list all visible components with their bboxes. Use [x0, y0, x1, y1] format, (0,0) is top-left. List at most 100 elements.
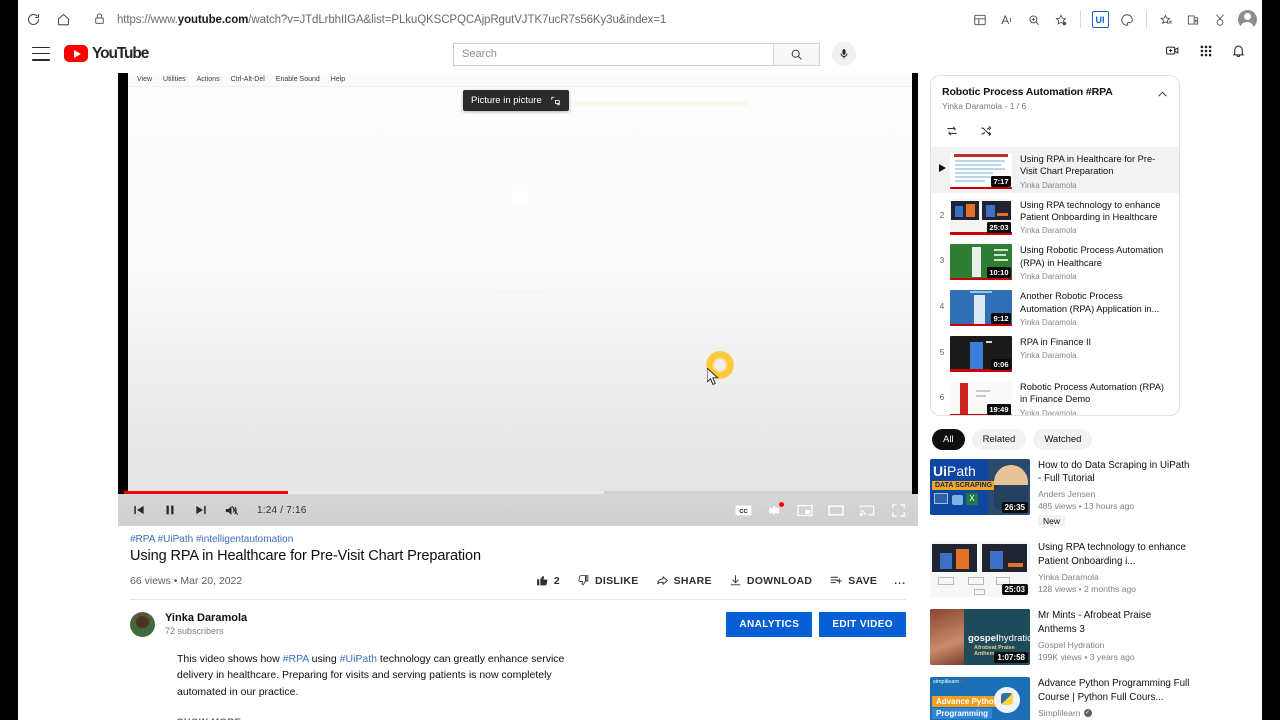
video-pillarbox-right: [912, 73, 918, 526]
pause-button[interactable]: [155, 496, 184, 525]
video-meta-row: 66 views • Mar 20, 2022 2 DISLIKE SHARE …: [130, 574, 918, 587]
playlist-item-text: Robotic Process Automation (RPA) in Fina…: [1012, 378, 1171, 415]
video-thumbnail: 25:03: [930, 541, 1030, 598]
save-button[interactable]: SAVE: [829, 574, 877, 587]
video-duration: 0:06: [990, 358, 1011, 370]
playlist-item-channel: Yinka Daramola: [1020, 351, 1077, 361]
video-player[interactable]: View Utilities Actions Ctrl-Alt-Del Enab…: [118, 73, 918, 526]
recommendation-channel: Yinka Daramola: [1038, 571, 1099, 582]
shuffle-icon[interactable]: [979, 124, 993, 143]
theater-button[interactable]: [822, 496, 850, 524]
chip-watched[interactable]: Watched: [1033, 429, 1093, 450]
browser-toolbar: https://www.youtube.com/watch?v=JTdLrbhI…: [18, 0, 1262, 39]
split-screen-icon[interactable]: [1114, 6, 1140, 34]
playlist-items: 7:17 Using RPA in Healthcare for Pre-Vis…: [931, 147, 1179, 415]
collections-icon[interactable]: [967, 6, 993, 34]
now-playing-icon: [934, 150, 950, 172]
list-item[interactable]: gospelhydration. Afrobeat Praise Anthems…: [930, 609, 1192, 666]
settings-button[interactable]: [760, 496, 788, 524]
youtube-page: YouTube Search View Utilities Actions Ct…: [18, 39, 1262, 720]
fullscreen-button[interactable]: [884, 496, 912, 524]
cast-button[interactable]: [853, 496, 881, 524]
zoom-icon[interactable]: [1021, 6, 1047, 34]
channel-info: Yinka Daramola 72 subscribers: [165, 612, 247, 636]
description-hashtag-rpa[interactable]: #RPA: [283, 653, 309, 665]
playlist-panel: Robotic Process Automation #RPA Yinka Da…: [930, 75, 1180, 416]
chevron-up-icon[interactable]: [1156, 88, 1169, 106]
loop-icon[interactable]: [945, 124, 959, 143]
mouse-cursor-icon: [706, 366, 720, 391]
time-display: 1:24 / 7:16: [257, 504, 307, 516]
search-input[interactable]: Search: [453, 42, 773, 66]
list-item[interactable]: 2 25:03 Using RPA technology to enhance …: [931, 193, 1179, 239]
list-item[interactable]: 6 19:49 Robotic Process Automation (RPA)…: [931, 375, 1179, 415]
chip-related[interactable]: Related: [971, 429, 1027, 450]
address-bar[interactable]: https://www.youtube.com/watch?v=JTdLrbhI…: [84, 7, 957, 32]
next-button[interactable]: [186, 496, 215, 525]
search-area: Search: [453, 42, 856, 66]
hamburger-menu-icon[interactable]: [32, 46, 50, 61]
captions-button[interactable]: CC: [729, 496, 757, 524]
player-controls-left: 1:24 / 7:16: [118, 496, 306, 525]
recommendation-text: Mr Mints - Afrobeat Praise Anthems 3 Gos…: [1030, 609, 1192, 665]
list-item[interactable]: 3 10:10 Using Robotic Process Automation…: [931, 238, 1179, 284]
playlist-item-index: 2: [939, 210, 945, 220]
channel-name[interactable]: Yinka Daramola: [165, 612, 247, 624]
list-item[interactable]: 4 9:12 Another Robotic Process Automatio…: [931, 284, 1179, 330]
filter-chips: All Related Watched: [932, 429, 1192, 450]
previous-button[interactable]: [124, 496, 153, 525]
playlist-item-title: Robotic Process Automation (RPA) in Fina…: [1020, 381, 1164, 405]
voice-search-button[interactable]: [832, 42, 856, 66]
video-thumbnail: 7:17: [950, 153, 1012, 189]
description-hashtag-uipath[interactable]: #UiPath: [340, 653, 377, 665]
home-icon[interactable]: [48, 5, 78, 35]
more-actions-button[interactable]: ...: [894, 575, 906, 587]
add-favorite-icon[interactable]: [1048, 6, 1074, 34]
playlist-title: Robotic Process Automation #RPA: [942, 86, 1113, 98]
chip-all[interactable]: All: [932, 429, 965, 450]
avatar[interactable]: [130, 612, 155, 637]
apps-grid-icon[interactable]: [1196, 41, 1215, 60]
edit-video-button[interactable]: EDIT VIDEO: [819, 612, 906, 637]
video-duration: 7:17: [990, 176, 1011, 187]
video-thumbnail: 9:12: [950, 290, 1012, 327]
analytics-button[interactable]: ANALYTICS: [726, 612, 813, 637]
refresh-icon[interactable]: [18, 5, 48, 35]
remote-menu-enable-sound: Enable Sound: [275, 76, 320, 83]
player-controls-right: CC: [729, 496, 912, 524]
video-faint-line-2: [496, 291, 546, 294]
download-button[interactable]: DOWNLOAD: [729, 574, 812, 587]
video-info-section: #RPA #UiPath #intelligentautomation Usin…: [118, 526, 918, 720]
remote-menu-utilities: Utilities: [163, 76, 186, 83]
rewards-icon[interactable]: [1207, 6, 1233, 34]
list-item[interactable]: 5 0:06 RPA in Finance II Yinka Daramola: [931, 330, 1179, 375]
dislike-button[interactable]: DISLIKE: [577, 574, 639, 587]
list-item[interactable]: UiPath DATA SCRAPING X 26:35 How to do D…: [930, 459, 1192, 529]
share-button[interactable]: SHARE: [656, 574, 712, 587]
create-video-icon[interactable]: [1163, 41, 1182, 60]
miniplayer-button[interactable]: [791, 496, 819, 524]
youtube-logo[interactable]: YouTube: [64, 44, 149, 63]
notifications-bell-icon[interactable]: [1229, 41, 1248, 60]
playlist-item-text: Another Robotic Process Automation (RPA)…: [1012, 287, 1171, 327]
save-label: SAVE: [848, 574, 878, 587]
video-thumbnail: 19:49: [950, 380, 1012, 415]
playlist-item-title: RPA in Finance II: [1020, 336, 1092, 347]
list-item[interactable]: simplilearn ● Advance Python Programming…: [930, 677, 1192, 720]
playlist-item-text: RPA in Finance II Yinka Daramola: [1012, 333, 1091, 360]
uipath-extension-icon[interactable]: UI: [1087, 6, 1113, 34]
mute-button[interactable]: [217, 496, 246, 525]
list-item[interactable]: 7:17 Using RPA in Healthcare for Pre-Vis…: [931, 147, 1179, 193]
search-button[interactable]: [773, 42, 820, 66]
pip-tooltip-label: Picture in picture: [471, 95, 542, 106]
read-aloud-icon[interactable]: [994, 6, 1020, 34]
new-badge: New: [1038, 515, 1066, 528]
video-hashtags[interactable]: #RPA #UiPath #intelligentautomation: [130, 534, 918, 545]
video-duration: 1:07:58: [994, 652, 1028, 664]
youtube-wordmark: YouTube: [92, 44, 149, 62]
profile-avatar-icon[interactable]: [1234, 6, 1260, 34]
list-item[interactable]: 25:03 Using RPA technology to enhance Pa…: [930, 541, 1192, 598]
favorites-icon[interactable]: [1153, 6, 1179, 34]
like-button[interactable]: 2: [536, 574, 560, 587]
collections-add-icon[interactable]: [1180, 6, 1206, 34]
